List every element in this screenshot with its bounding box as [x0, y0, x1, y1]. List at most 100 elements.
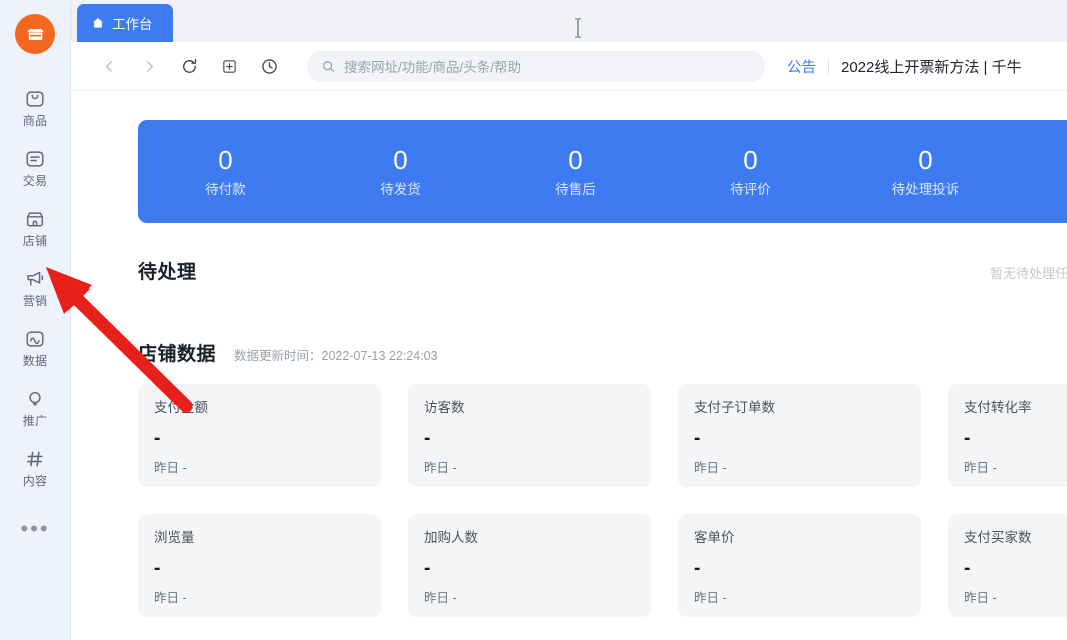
sidebar-more-button[interactable]: ••• [0, 504, 71, 554]
stat-pending-complaint[interactable]: 0 待处理投诉 [838, 144, 1013, 200]
plus-box-icon [222, 59, 236, 73]
order-stats-banner: 0 待付款 0 待发货 0 待售后 0 待评价 0 待处理投诉 [138, 120, 1067, 223]
metric-card[interactable]: 访客数 - 昨日 - [408, 384, 651, 487]
metric-yesterday: 昨日 - [964, 591, 997, 605]
sidebar-item-label: 交易 [22, 174, 48, 188]
left-sidebar: 商品 交易 店铺 营销 数据 推广 内容 ••• [0, 0, 71, 640]
stat-label: 待售后 [555, 181, 596, 197]
metric-value: - [154, 558, 161, 579]
chart-line-icon [23, 327, 47, 351]
sidebar-item-goods[interactable]: 商品 [0, 78, 71, 138]
announcement-bar: 公告 2022线上开票新方法 | 千牛 [787, 56, 1057, 77]
metric-title: 支付买家数 [964, 530, 1032, 545]
search-input[interactable]: 搜索网址/功能/商品/头条/帮助 [307, 50, 765, 82]
search-icon [321, 59, 336, 74]
metric-yesterday: 昨日 - [424, 591, 457, 605]
metric-value: - [424, 428, 431, 449]
main-area: 工作台 搜索网址/功能/商品/头条/帮助 公告 2022线上开票新方法 | 千牛… [71, 0, 1067, 640]
tab-label: 工作台 [112, 17, 153, 32]
metric-card[interactable]: 浏览量 - 昨日 - [138, 514, 381, 617]
sidebar-item-content[interactable]: 内容 [0, 438, 71, 498]
metric-value: - [694, 558, 701, 579]
forward-button[interactable] [129, 49, 169, 83]
history-button[interactable] [249, 49, 289, 83]
sidebar-item-data[interactable]: 数据 [0, 318, 71, 378]
metric-card[interactable]: 支付金额 - 昨日 - [138, 384, 381, 487]
sidebar-item-trade[interactable]: 交易 [0, 138, 71, 198]
metric-yesterday: 昨日 - [154, 461, 187, 475]
hash-icon [23, 447, 47, 471]
reload-icon [182, 58, 196, 73]
stat-pending-aftersale[interactable]: 0 待售后 [488, 144, 663, 200]
sidebar-item-label: 营销 [22, 294, 48, 308]
announcement-text[interactable]: 2022线上开票新方法 | 千牛 [841, 56, 1022, 77]
metric-title: 支付转化率 [964, 400, 1032, 415]
more-dots-icon: ••• [20, 516, 50, 541]
stat-pending-review[interactable]: 0 待评价 [663, 144, 838, 200]
pending-title: 待处理 [138, 262, 197, 283]
app-logo[interactable] [15, 14, 55, 54]
bag-icon [23, 87, 47, 111]
metric-value: - [154, 428, 161, 449]
metric-title: 浏览量 [154, 530, 195, 545]
metric-value: - [424, 558, 431, 579]
tab-workbench[interactable]: 工作台 [77, 4, 173, 42]
clock-icon [261, 58, 277, 74]
chevron-left-icon [105, 60, 112, 72]
shopdata-section-header: 店铺数据 数据更新时间：2022-07-13 22:24:03 [138, 339, 1067, 366]
metric-title: 支付金额 [154, 400, 208, 415]
metric-card[interactable]: 客单价 - 昨日 - [678, 514, 921, 617]
stat-value: 0 [568, 144, 583, 175]
sidebar-item-label: 店铺 [22, 234, 48, 248]
shop-logo-icon [27, 28, 43, 40]
stat-label: 待评价 [730, 181, 771, 197]
metric-title: 客单价 [694, 530, 735, 545]
stat-pending-payment[interactable]: 0 待付款 [138, 144, 313, 200]
pending-section-header: 待处理 暂无待处理任 [138, 257, 1067, 284]
stat-pending-shipment[interactable]: 0 待发货 [313, 144, 488, 200]
metric-value: - [964, 428, 971, 449]
chevron-right-icon [146, 60, 153, 72]
stat-label: 待处理投诉 [891, 181, 960, 197]
shopdata-title: 店铺数据 [138, 344, 217, 365]
metric-value: - [694, 428, 701, 449]
storefront-icon [23, 207, 47, 231]
announcement-tag[interactable]: 公告 [787, 56, 816, 77]
metric-title: 访客数 [424, 400, 465, 415]
stat-value: 0 [218, 144, 233, 175]
search-placeholder: 搜索网址/功能/商品/头条/帮助 [344, 60, 522, 75]
browser-tabstrip: 工作台 [71, 0, 1067, 42]
metric-yesterday: 昨日 - [694, 461, 727, 475]
back-button[interactable] [89, 49, 129, 83]
metric-yesterday: 昨日 - [154, 591, 187, 605]
metric-card[interactable]: 支付子订单数 - 昨日 - [678, 384, 921, 487]
metric-card[interactable]: 加购人数 - 昨日 - [408, 514, 651, 617]
sidebar-item-label: 内容 [22, 474, 48, 488]
sidebar-item-label: 商品 [22, 114, 48, 128]
sidebar-item-label: 数据 [22, 354, 48, 368]
metric-card[interactable]: 支付转化率 - 昨日 - [948, 384, 1067, 487]
pending-empty-text: 暂无待处理任 [989, 266, 1067, 281]
browser-toolbar: 搜索网址/功能/商品/头条/帮助 公告 2022线上开票新方法 | 千牛 [71, 42, 1067, 91]
stat-label: 待付款 [205, 181, 246, 197]
metric-title: 支付子订单数 [694, 400, 775, 415]
stat-value: 0 [918, 144, 933, 175]
app-root: 商品 交易 店铺 营销 数据 推广 内容 ••• 工作台 搜索网址/功能/商品/… [0, 0, 1067, 640]
sidebar-item-label: 推广 [22, 414, 48, 428]
sidebar-item-shop[interactable]: 店铺 [0, 198, 71, 258]
reload-button[interactable] [169, 49, 209, 83]
metric-yesterday: 昨日 - [964, 461, 997, 475]
metric-card[interactable]: 支付买家数 - 昨日 - [948, 514, 1067, 617]
stat-value: 0 [743, 144, 758, 175]
sidebar-item-promotion[interactable]: 推广 [0, 378, 71, 438]
metric-yesterday: 昨日 - [694, 591, 727, 605]
new-tab-button[interactable] [209, 49, 249, 83]
metric-title: 加购人数 [424, 530, 478, 545]
metric-yesterday: 昨日 - [424, 461, 457, 475]
document-lines-icon [23, 147, 47, 171]
metric-value: - [964, 558, 971, 579]
workbench-page: 0 待付款 0 待发货 0 待售后 0 待评价 0 待处理投诉 待处理 暂无待处… [71, 91, 1067, 640]
megaphone-icon [23, 267, 47, 291]
shopdata-card-grid: 支付金额 - 昨日 - 访客数 - 昨日 - 支付子订单数 - 昨日 - 支付转… [138, 384, 1067, 617]
sidebar-item-marketing[interactable]: 营销 [0, 258, 71, 318]
